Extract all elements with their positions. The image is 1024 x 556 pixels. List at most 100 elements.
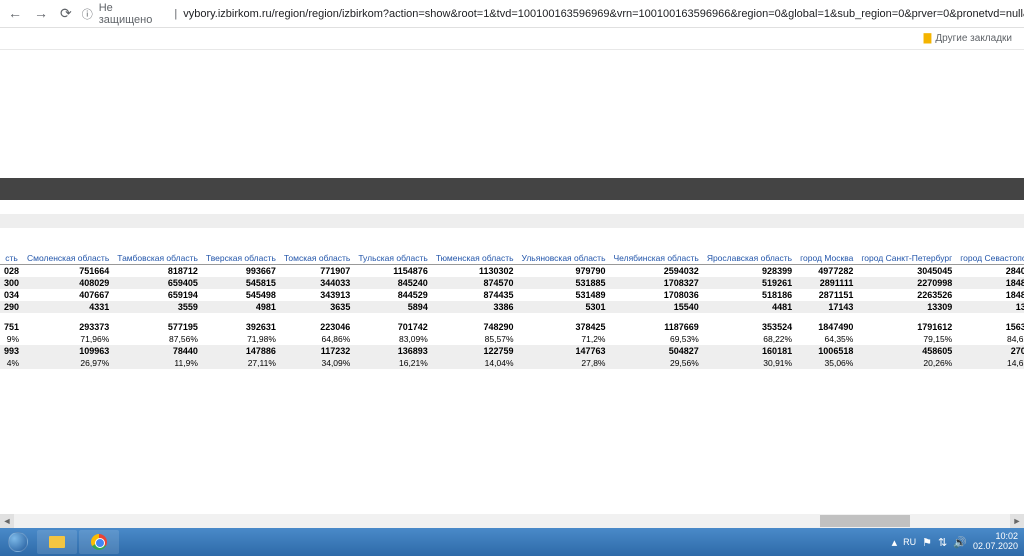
table-cell: 353524 xyxy=(703,321,796,333)
column-header[interactable]: Тамбовская область xyxy=(113,252,202,265)
table-cell: 9% xyxy=(0,333,23,345)
table-cell: 30,91% xyxy=(703,357,796,369)
table-cell: 5301 xyxy=(518,301,610,313)
header-band xyxy=(0,178,1024,200)
table-cell: 028 xyxy=(0,265,23,278)
table-cell: 659194 xyxy=(113,289,202,301)
explorer-task[interactable] xyxy=(37,530,77,554)
scroll-left-button[interactable]: ◄ xyxy=(0,514,14,528)
table-cell: 87,56% xyxy=(113,333,202,345)
clock[interactable]: 10:02 02.07.2020 xyxy=(973,532,1018,552)
volume-icon[interactable]: 🔊 xyxy=(953,536,967,549)
language-indicator[interactable]: RU xyxy=(903,537,916,547)
table-cell: 545815 xyxy=(202,277,280,289)
table-cell: 64,86% xyxy=(280,333,354,345)
column-header[interactable]: Челябинская область xyxy=(610,252,703,265)
table-cell: 147763 xyxy=(518,345,610,357)
table-cell: 64,35% xyxy=(796,333,857,345)
column-header[interactable]: Ярославская область xyxy=(703,252,796,265)
table-cell: 293373 xyxy=(23,321,113,333)
table-cell: 034 xyxy=(0,289,23,301)
table-cell: 993667 xyxy=(202,265,280,278)
scroll-right-button[interactable]: ► xyxy=(1010,514,1024,528)
url-text[interactable]: vybory.izbirkom.ru/region/region/izbirko… xyxy=(183,8,1024,20)
table-cell: 78440 xyxy=(113,345,202,357)
subheader-band xyxy=(0,214,1024,228)
table-cell: 993 xyxy=(0,345,23,357)
table-cell: 300 xyxy=(0,277,23,289)
column-header[interactable]: город Санкт-Петербург xyxy=(857,252,956,265)
forward-button[interactable]: → xyxy=(34,5,48,22)
table-cell: 71,96% xyxy=(23,333,113,345)
table-cell: 518186 xyxy=(703,289,796,301)
column-header[interactable]: сть xyxy=(0,252,23,265)
horizontal-scrollbar[interactable]: ◄ ► xyxy=(0,514,1024,528)
browser-toolbar: ← → ⟳ ⓘ Не защищено | vybory.izbirkom.ru… xyxy=(0,0,1024,28)
start-button[interactable] xyxy=(0,528,36,556)
page-content: стьСмоленская областьТамбовская областьТ… xyxy=(0,50,1024,530)
table-cell: 979790 xyxy=(518,265,610,278)
table-cell: 458605 xyxy=(857,345,956,357)
not-secure-label: Не защищено xyxy=(99,2,169,26)
table-cell: 1187669 xyxy=(610,321,703,333)
table-cell: 1708327 xyxy=(610,277,703,289)
table-cell: 14,04% xyxy=(432,357,518,369)
table-row: 0287516648187129936677719071154876113030… xyxy=(0,265,1024,278)
table-cell: 1791612 xyxy=(857,321,956,333)
table-cell: 84,62% xyxy=(956,333,1024,345)
table-cell: 844529 xyxy=(354,289,432,301)
table-cell: 3386 xyxy=(432,301,518,313)
other-bookmarks[interactable]: Другие закладки xyxy=(935,33,1012,44)
table-cell: 2263526 xyxy=(857,289,956,301)
table-cell: 1154876 xyxy=(354,265,432,278)
column-header[interactable]: Томская область xyxy=(280,252,354,265)
table-cell: 2270998 xyxy=(857,277,956,289)
folder-icon: ▇ xyxy=(924,33,932,44)
table-cell: 16,21% xyxy=(354,357,432,369)
table-row: 0344076676591945454983439138445298744355… xyxy=(0,289,1024,301)
table-cell: 27,8% xyxy=(518,357,610,369)
table-cell: 1365 xyxy=(956,301,1024,313)
info-icon[interactable]: ⓘ xyxy=(82,6,93,22)
table-row: 4%26,97%11,9%27,11%34,09%16,21%14,04%27,… xyxy=(0,357,1024,369)
table-cell: 531885 xyxy=(518,277,610,289)
table-cell: 17143 xyxy=(796,301,857,313)
table-cell: 29,56% xyxy=(610,357,703,369)
table-cell: 5894 xyxy=(354,301,432,313)
column-header[interactable]: Тульская область xyxy=(354,252,432,265)
table-cell: 3635 xyxy=(280,301,354,313)
column-header[interactable]: город Москва xyxy=(796,252,857,265)
show-hidden-icon[interactable]: ▴ xyxy=(892,536,898,549)
table-cell: 531489 xyxy=(518,289,610,301)
table-cell: 69,53% xyxy=(610,333,703,345)
table-header-row: стьСмоленская областьТамбовская областьТ… xyxy=(0,252,1024,265)
chrome-task[interactable] xyxy=(79,530,119,554)
column-header[interactable]: Тюменская область xyxy=(432,252,518,265)
column-header[interactable]: Ульяновская область xyxy=(518,252,610,265)
table-cell: 701742 xyxy=(354,321,432,333)
back-button[interactable]: ← xyxy=(8,5,22,22)
column-header[interactable]: город Севастополь xyxy=(956,252,1024,265)
table-cell: 14,65% xyxy=(956,357,1024,369)
table-cell: 27,11% xyxy=(202,357,280,369)
column-header[interactable]: Тверская область xyxy=(202,252,280,265)
table-cell: 35,06% xyxy=(796,357,857,369)
table-cell: 1130302 xyxy=(432,265,518,278)
table-cell: 407667 xyxy=(23,289,113,301)
table-cell: 20,26% xyxy=(857,357,956,369)
table-cell: 83,09% xyxy=(354,333,432,345)
reload-button[interactable]: ⟳ xyxy=(60,5,72,22)
table-cell: 545498 xyxy=(202,289,280,301)
table-cell: 771907 xyxy=(280,265,354,278)
scroll-thumb[interactable] xyxy=(820,515,910,527)
action-center-icon[interactable]: ⚑ xyxy=(922,536,932,549)
results-table: стьСмоленская областьТамбовская областьТ… xyxy=(0,252,1024,369)
table-cell: 122759 xyxy=(432,345,518,357)
system-tray: ▴ RU ⚑ ⇅ 🔊 10:02 02.07.2020 xyxy=(892,532,1024,552)
table-cell: 136893 xyxy=(354,345,432,357)
table-cell: 504827 xyxy=(610,345,703,357)
column-header[interactable]: Смоленская область xyxy=(23,252,113,265)
network-icon[interactable]: ⇅ xyxy=(938,536,947,549)
table-cell: 4981 xyxy=(202,301,280,313)
table-cell: 160181 xyxy=(703,345,796,357)
